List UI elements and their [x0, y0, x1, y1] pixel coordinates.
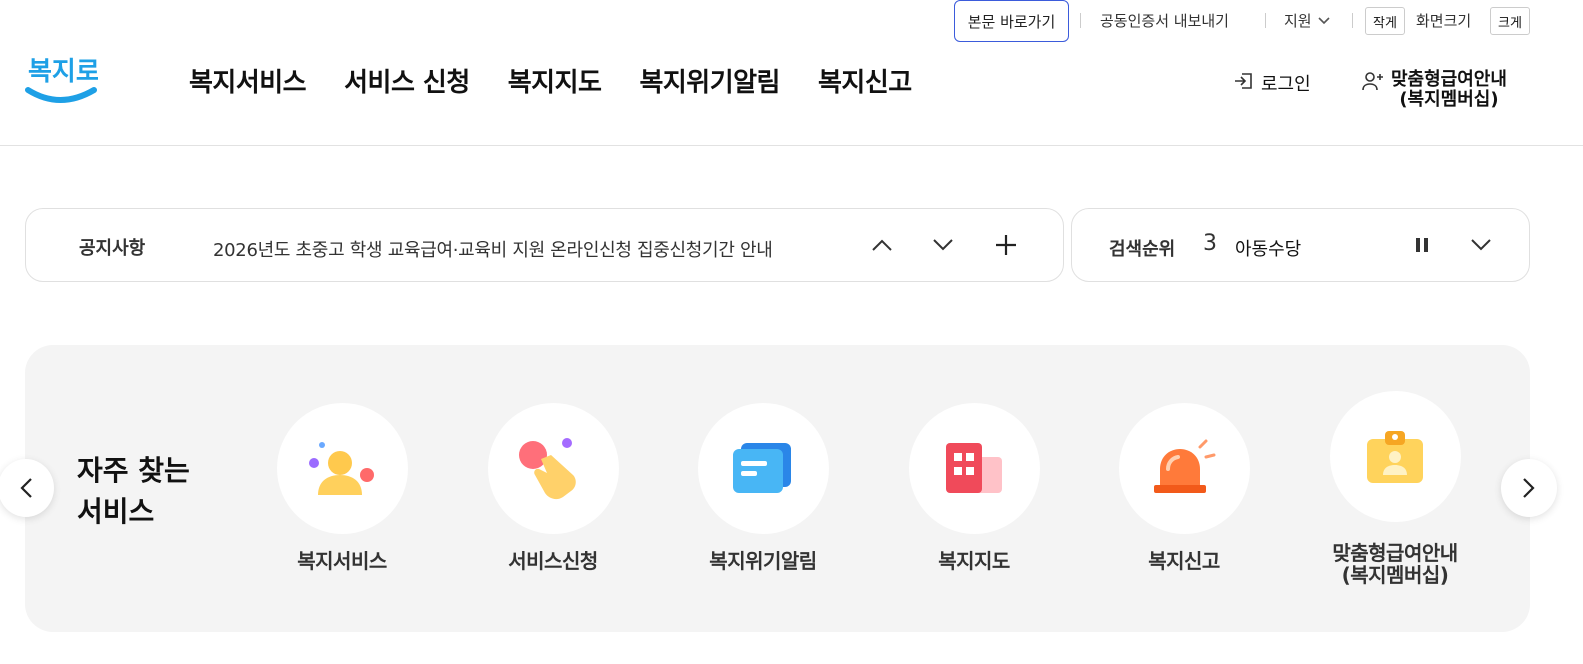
nav-welfare-crisis-alert[interactable]: 복지위기알림	[639, 62, 780, 99]
login-label: 로그인	[1261, 74, 1311, 95]
service-icon-circle	[487, 403, 619, 534]
notice-more-button[interactable]	[988, 227, 1024, 263]
bokjiro-logo-icon: 복지로	[25, 57, 100, 103]
service-crisis-alert[interactable]: 복지위기알림	[673, 403, 853, 572]
person-icon	[309, 441, 374, 495]
panel-title: 자주 찾는 서비스	[77, 450, 190, 532]
chevron-right-icon	[1523, 478, 1535, 498]
rank-expand-button[interactable]	[1463, 227, 1499, 263]
service-label: 복지지도	[938, 549, 1010, 573]
nav-service-apply[interactable]: 서비스 신청	[344, 62, 470, 99]
logo[interactable]: 복지로	[24, 46, 100, 110]
service-label-line2: (복지멤버십)	[1341, 563, 1449, 587]
text-large-button[interactable]: 크게	[1490, 7, 1530, 35]
main-nav: 복지서비스 서비스 신청 복지지도 복지위기알림 복지신고	[189, 62, 912, 99]
service-label: 복지위기알림	[709, 549, 817, 573]
panel-title-line2: 서비스	[77, 495, 155, 528]
carousel-prev-button[interactable]	[0, 459, 54, 517]
membership-card-icon	[1367, 430, 1423, 483]
notice-bar: 공지사항 2026년도 초중고 학생 교육급여·교육비 지원 온라인신청 집중신…	[25, 208, 1064, 282]
service-icon-circle	[908, 403, 1040, 534]
building-map-icon	[946, 442, 1002, 493]
message-card-icon	[733, 442, 791, 493]
service-welfare-map[interactable]: 복지지도	[884, 403, 1064, 572]
search-rank-label: 검색순위	[1109, 239, 1176, 260]
chevron-down-icon	[1471, 239, 1491, 251]
service-custom-benefit[interactable]: 맞춤형급여안내 (복지멤버십)	[1305, 391, 1485, 586]
service-apply[interactable]: 서비스신청	[463, 403, 643, 572]
service-icon-circle	[1118, 403, 1250, 534]
svg-text:복지로: 복지로	[28, 57, 98, 87]
plus-icon	[996, 235, 1016, 255]
search-rank-number: 3	[1203, 231, 1217, 256]
pause-icon	[1416, 238, 1428, 252]
skip-to-content-link[interactable]: 본문 바로가기	[954, 0, 1069, 42]
panel-title-line1: 자주 찾는	[77, 454, 190, 487]
support-label: 지원	[1284, 12, 1312, 30]
nav-welfare-service[interactable]: 복지서비스	[189, 62, 307, 99]
user-plus-icon	[1362, 72, 1383, 91]
service-icon-circle	[1329, 391, 1461, 522]
siren-icon	[1154, 439, 1216, 493]
nav-welfare-map[interactable]: 복지지도	[508, 62, 602, 99]
support-dropdown[interactable]: 지원	[1284, 10, 1330, 31]
service-label: 서비스신청	[508, 549, 598, 573]
service-label-line1: 맞춤형급여안내	[1332, 541, 1458, 565]
rank-pause-button[interactable]	[1404, 227, 1440, 263]
nav-welfare-report[interactable]: 복지신고	[818, 62, 912, 99]
search-rank-keyword[interactable]: 아동수당	[1235, 235, 1301, 261]
login-link[interactable]: 로그인	[1233, 70, 1311, 96]
frequent-services-panel: 자주 찾는 서비스 복지서비스 서비스신청 복지위기알림 복지지도 복지신고 맞…	[25, 345, 1530, 632]
chevron-down-icon	[1318, 16, 1330, 24]
header-divider	[0, 145, 1583, 146]
login-icon	[1235, 73, 1252, 89]
custom-benefit-guide-label: 맞춤형급여안내 (복지멤버십)	[1391, 70, 1507, 110]
separator	[1265, 13, 1266, 28]
service-welfare-report[interactable]: 복지신고	[1094, 403, 1274, 572]
screen-size-label: 화면크기	[1416, 12, 1472, 30]
cert-export-link[interactable]: 공동인증서 내보내기	[1100, 10, 1229, 31]
separator	[1080, 13, 1081, 28]
notice-prev-button[interactable]	[864, 227, 900, 263]
custom-benefit-line1: 맞춤형급여안내	[1391, 69, 1507, 90]
service-welfare[interactable]: 복지서비스	[252, 403, 432, 572]
notice-label: 공지사항	[79, 238, 146, 259]
notice-item-link[interactable]: 2026년도 초중고 학생 교육급여·교육비 지원 온라인신청 집중신청기간 안…	[213, 236, 773, 262]
custom-benefit-guide-link[interactable]: 맞춤형급여안내 (복지멤버십)	[1361, 70, 1507, 110]
text-small-button[interactable]: 작게	[1365, 7, 1405, 35]
separator	[1352, 13, 1353, 28]
chevron-up-icon	[872, 239, 892, 251]
service-label: 복지신고	[1148, 549, 1220, 573]
utility-bar: 본문 바로가기 공동인증서 내보내기 지원 작게 화면크기 크게	[0, 0, 1583, 44]
carousel-next-button[interactable]	[1501, 459, 1557, 517]
service-label: 복지서비스	[297, 549, 387, 573]
chevron-down-icon	[933, 239, 953, 251]
service-label: 맞춤형급여안내 (복지멤버십)	[1305, 542, 1485, 586]
service-icon-circle	[276, 403, 408, 534]
search-rank-bar: 검색순위 3 아동수당	[1071, 208, 1530, 282]
custom-benefit-line2: (복지멤버십)	[1399, 89, 1499, 110]
chevron-left-icon	[20, 478, 32, 498]
hand-tap-icon	[519, 437, 576, 499]
service-icon-circle	[697, 403, 829, 534]
notice-next-button[interactable]	[925, 227, 961, 263]
